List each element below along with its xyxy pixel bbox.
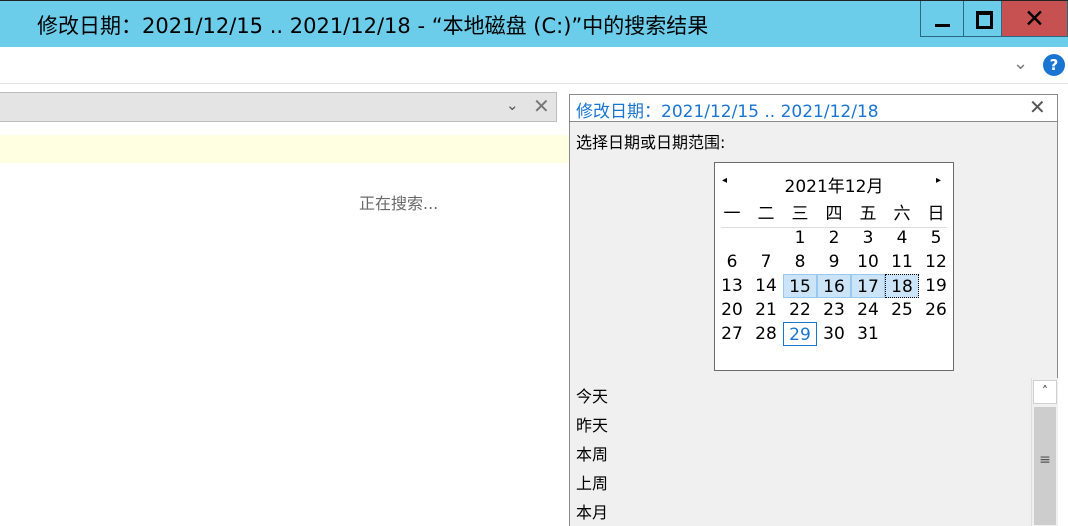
search-input[interactable]: 修改日期：2021/12/15 .. 2021/12/18 ✕ <box>569 94 1058 122</box>
calendar-day[interactable]: 24 <box>851 298 885 322</box>
preset-today[interactable]: 今天 <box>576 383 608 407</box>
calendar-day[interactable]: 30 <box>817 322 851 346</box>
calendar-day[interactable]: 21 <box>749 298 783 322</box>
calendar-day[interactable]: 15 <box>783 274 817 298</box>
calendar-header-divider <box>721 227 947 228</box>
preset-last-week[interactable]: 上周 <box>576 470 608 494</box>
weekday-label: 一 <box>723 204 741 224</box>
calendar-day[interactable]: 20 <box>715 298 749 322</box>
calendar-day[interactable]: 14 <box>749 274 783 298</box>
search-query-text[interactable]: 修改日期：2021/12/15 .. 2021/12/18 <box>576 97 879 122</box>
window-title: 修改日期：2021/12/15 .. 2021/12/18 - “本地磁盘 (C… <box>37 14 709 38</box>
title-bar[interactable]: 修改日期：2021/12/15 .. 2021/12/18 - “本地磁盘 (C… <box>0 0 1068 47</box>
searching-status: 正在搜索... <box>359 194 439 213</box>
calendar-day[interactable]: 23 <box>817 298 851 322</box>
date-preset-list: 今天 昨天 本周 上周 本月 <box>570 378 1030 526</box>
ribbon-expand-icon[interactable]: ⌄ <box>1013 53 1028 74</box>
date-range-prompt: 选择日期或日期范围: <box>576 133 726 152</box>
search-clear-icon[interactable]: ✕ <box>1029 95 1046 119</box>
calendar-day[interactable]: 5 <box>919 226 953 250</box>
close-icon: ✕ <box>1024 4 1045 33</box>
calendar-day[interactable]: 9 <box>817 250 851 274</box>
calendar-day[interactable]: 17 <box>851 274 885 298</box>
calendar-empty-cell <box>749 226 783 250</box>
preset-scrollbar[interactable]: ˄ ≡ <box>1031 378 1058 526</box>
calendar-week-row: 20 21 22 23 24 25 26 <box>715 298 953 322</box>
weekday-label: 三 <box>791 204 809 224</box>
weekday-label: 日 <box>927 204 945 224</box>
calendar-day[interactable]: 25 <box>885 298 919 322</box>
calendar-day[interactable]: 27 <box>715 322 749 346</box>
preset-this-month[interactable]: 本月 <box>576 499 608 523</box>
ribbon-bar: ⌄ <box>0 47 1068 84</box>
calendar-day[interactable]: 16 <box>817 274 851 298</box>
calendar-day[interactable]: 26 <box>919 298 953 322</box>
calendar-day[interactable]: 12 <box>919 250 953 274</box>
calendar-empty-cell <box>715 226 749 250</box>
address-bar[interactable]: ⌄ ✕ <box>0 92 557 122</box>
date-picker-panel: 选择日期或日期范围: ◂ 2021年12月 ▸ 一 二 三 四 五 六 日 12… <box>569 122 1058 526</box>
calendar-day[interactable]: 19 <box>919 274 953 298</box>
maximize-button[interactable] <box>963 1 1001 37</box>
calendar-month-title[interactable]: 2021年12月 <box>715 172 953 197</box>
calendar-week-row: 13 14 15 16 17 18 19 <box>715 274 953 298</box>
minimize-button[interactable] <box>920 1 963 37</box>
weekday-header-row: 一 二 三 四 五 六 日 <box>715 202 953 226</box>
calendar-day[interactable]: 29 <box>783 322 817 346</box>
help-icon[interactable]: ? <box>1043 54 1065 76</box>
weekday-label: 五 <box>859 204 877 224</box>
calendar-day[interactable]: 28 <box>749 322 783 346</box>
scroll-grip-icon: ≡ <box>1039 452 1051 468</box>
weekday-label: 六 <box>893 204 911 224</box>
calendar-empty-cell <box>885 322 919 346</box>
calendar-day[interactable]: 18 <box>885 274 919 298</box>
calendar-day[interactable]: 31 <box>851 322 885 346</box>
close-button[interactable]: ✕ <box>1001 1 1068 37</box>
calendar-day[interactable]: 3 <box>851 226 885 250</box>
info-bar <box>0 135 569 163</box>
weekday-label: 四 <box>825 204 843 224</box>
preset-this-week[interactable]: 本周 <box>576 441 608 465</box>
calendar-day[interactable]: 11 <box>885 250 919 274</box>
preset-yesterday[interactable]: 昨天 <box>576 412 608 436</box>
calendar-day[interactable]: 7 <box>749 250 783 274</box>
weekday-label: 二 <box>757 204 775 224</box>
calendar-day[interactable]: 13 <box>715 274 749 298</box>
calendar-week-row: 6 7 8 9 10 11 12 <box>715 250 953 274</box>
calendar-day[interactable]: 2 <box>817 226 851 250</box>
maximize-icon <box>976 11 993 29</box>
calendar-empty-cell <box>919 322 953 346</box>
calendar-day[interactable]: 10 <box>851 250 885 274</box>
address-dropdown-icon[interactable]: ⌄ <box>506 96 519 114</box>
calendar-day[interactable]: 1 <box>783 226 817 250</box>
address-clear-icon[interactable]: ✕ <box>533 94 550 118</box>
calendar-day[interactable]: 4 <box>885 226 919 250</box>
scroll-thumb[interactable]: ≡ <box>1034 407 1056 525</box>
calendar: ◂ 2021年12月 ▸ 一 二 三 四 五 六 日 1 2 3 4 5 6 7 8 9 10 11… <box>714 162 954 371</box>
calendar-day[interactable]: 6 <box>715 250 749 274</box>
minimize-icon <box>935 24 950 27</box>
calendar-week-row: 12345 <box>715 226 953 250</box>
calendar-day[interactable]: 22 <box>783 298 817 322</box>
calendar-week-row: 27 28 29 30 31 <box>715 322 953 346</box>
next-month-icon[interactable]: ▸ <box>936 175 941 186</box>
scroll-up-icon[interactable]: ˄ <box>1033 380 1057 404</box>
calendar-day[interactable]: 8 <box>783 250 817 274</box>
